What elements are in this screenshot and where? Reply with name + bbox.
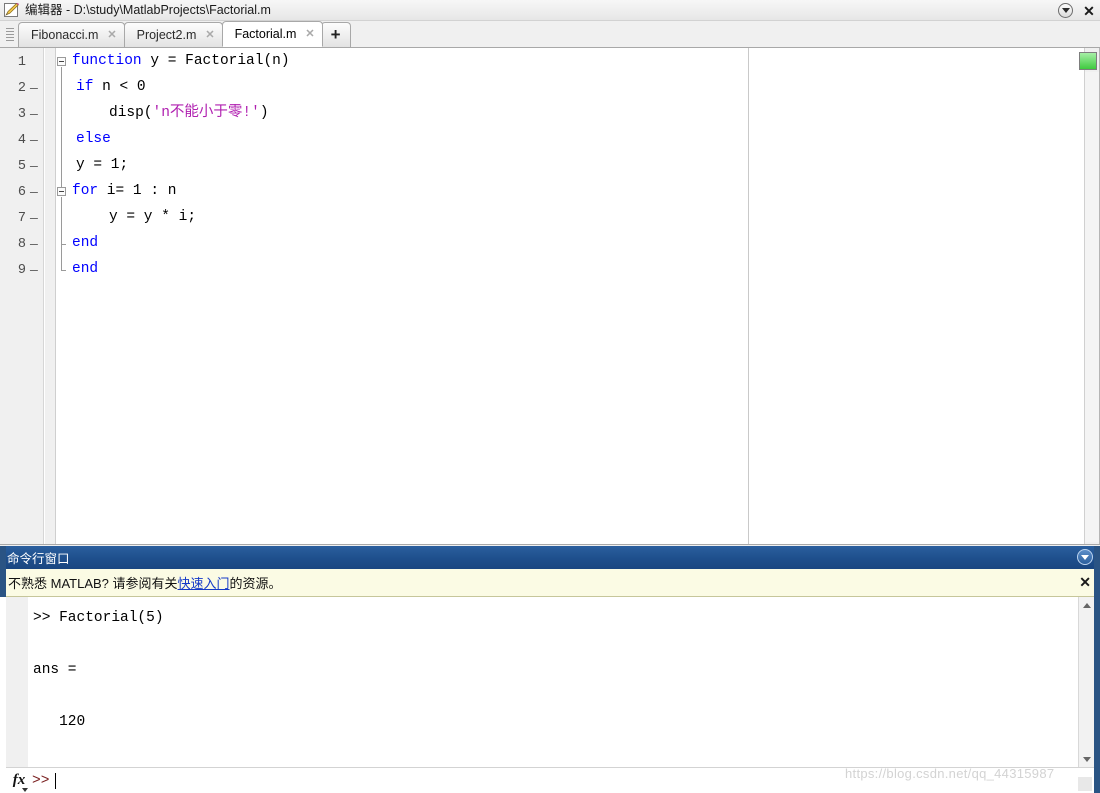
code-line-1: function y = Factorial(n) — [72, 53, 290, 69]
command-window-gutter — [6, 597, 28, 767]
fold-tree-line — [61, 197, 62, 271]
banner-close-button[interactable]: ✕ — [1079, 574, 1091, 591]
chevron-down-icon — [1061, 8, 1070, 13]
breakpoint-marker[interactable]: — — [30, 128, 40, 154]
fold-toggle-for[interactable] — [57, 187, 66, 196]
editor-pencil-icon — [3, 2, 20, 18]
command-output-line: 120 — [33, 714, 86, 730]
command-window-scrollbar[interactable] — [1078, 597, 1094, 767]
scroll-down-button[interactable] — [1079, 751, 1095, 767]
code-line-6: for i= 1 : n — [72, 183, 177, 199]
line-number: 5 — [17, 159, 26, 174]
fx-label: fx — [12, 772, 26, 788]
function-browser-button[interactable]: fx — [6, 769, 32, 793]
banner-text-after: 的资源。 — [229, 576, 282, 591]
code-line-3: disp('n不能小于零!') — [109, 105, 269, 121]
tab-fibonacci[interactable]: Fibonacci.m ✕ — [18, 22, 125, 47]
window-controls: ✕ — [1058, 0, 1096, 21]
fold-tree-line — [61, 67, 62, 191]
banner-text-before: 不熟悉 MATLAB? 请参阅有关 — [8, 576, 178, 591]
close-window-button[interactable]: ✕ — [1082, 4, 1096, 18]
tab-label: Factorial.m — [234, 27, 297, 41]
command-output-line: >> Factorial(5) — [33, 610, 164, 626]
line-number: 9 — [17, 263, 26, 278]
chevron-down-icon — [1081, 554, 1089, 560]
tab-label: Fibonacci.m — [31, 28, 99, 42]
line-number: 6 — [17, 185, 26, 200]
tab-close-icon[interactable]: ✕ — [305, 28, 314, 40]
getting-started-link[interactable]: 快速入门 — [178, 573, 230, 592]
tab-factorial[interactable]: Factorial.m ✕ — [221, 21, 323, 47]
tab-label: Project2.m — [136, 28, 197, 42]
new-tab-button[interactable]: + — [320, 22, 351, 47]
line-number: 2 — [17, 81, 26, 96]
breakpoint-marker[interactable]: — — [30, 76, 40, 102]
editor-right-rail — [1084, 48, 1100, 544]
code-health-indicator[interactable] — [1079, 52, 1097, 70]
resize-grip[interactable] — [1078, 777, 1092, 791]
code-line-8: end — [72, 235, 99, 251]
pencil-glyph — [5, 3, 19, 16]
matlab-editor-window: 编辑器 - D:\study\MatlabProjects\Factorial.… — [0, 0, 1100, 793]
code-line-4: else — [76, 131, 111, 147]
breakpoint-marker[interactable]: — — [30, 154, 40, 180]
fold-toggle-function[interactable] — [57, 57, 66, 66]
command-output-text: >> Factorial(5) ans = 120 — [30, 597, 1080, 767]
command-output-line: ans = — [33, 662, 77, 678]
chevron-up-icon — [1083, 602, 1091, 608]
command-window-title-bar: 命令行窗口 — [0, 546, 1100, 569]
line-number: 1 — [17, 55, 26, 70]
line-number: 8 — [17, 237, 26, 252]
tab-bar: Fibonacci.m ✕ Project2.m ✕ Factorial.m ✕… — [0, 21, 1100, 48]
chevron-down-icon — [1083, 756, 1091, 762]
line-number: 7 — [17, 211, 26, 226]
breakpoint-marker[interactable]: — — [30, 232, 40, 258]
column-limit-guide — [748, 48, 749, 544]
text-cursor — [55, 772, 57, 789]
code-line-9: end — [72, 261, 99, 277]
line-number: 4 — [17, 133, 26, 148]
command-window-title: 命令行窗口 — [7, 552, 70, 566]
window-title: 编辑器 - D:\study\MatlabProjects\Factorial.… — [25, 2, 271, 17]
tab-close-icon[interactable]: ✕ — [107, 29, 116, 41]
tab-close-icon[interactable]: ✕ — [205, 29, 214, 41]
editor-vertical-scrollbar[interactable] — [1085, 72, 1099, 542]
command-window: 命令行窗口 不熟悉 MATLAB? 请参阅有关 快速入门 的资源。 ✕ >> Fac… — [0, 546, 1100, 793]
code-editor[interactable]: 1 2 3 4 5 6 7 8 9 — — — — — — — — functi… — [0, 48, 1100, 545]
title-bar: 编辑器 - D:\study\MatlabProjects\Factorial.… — [0, 0, 1100, 21]
command-window-collapse-button[interactable] — [1077, 549, 1093, 565]
code-fold-gutter[interactable] — [45, 48, 55, 544]
code-line-5: y = 1; — [76, 157, 129, 173]
breakpoint-marker[interactable]: — — [30, 180, 40, 206]
getting-started-banner: 不熟悉 MATLAB? 请参阅有关 快速入门 的资源。 ✕ — [0, 569, 1100, 597]
breakpoint-marker[interactable]: — — [30, 206, 40, 232]
chevron-down-icon — [22, 787, 28, 792]
command-window-output[interactable]: >> Factorial(5) ans = 120 — [0, 597, 1100, 767]
fold-tree-tick — [62, 244, 66, 245]
tab-project2[interactable]: Project2.m ✕ — [123, 22, 223, 47]
watermark-text: https://blog.csdn.net/qq_44315987 — [845, 766, 1055, 781]
breakpoint-marker[interactable]: — — [30, 102, 40, 128]
code-line-2: if n < 0 — [76, 79, 146, 95]
breakpoint-marker[interactable]: — — [30, 258, 40, 284]
line-number: 3 — [17, 107, 26, 122]
minimize-dropdown-button[interactable] — [1058, 3, 1073, 18]
scroll-up-button[interactable] — [1079, 597, 1095, 613]
command-window-right-accent — [1094, 546, 1100, 793]
fold-tree-tick — [62, 270, 66, 271]
tab-bar-grip-handle[interactable] — [2, 22, 18, 47]
code-line-7: y = y * i; — [109, 209, 197, 225]
command-prompt-symbol: >> — [32, 772, 50, 789]
